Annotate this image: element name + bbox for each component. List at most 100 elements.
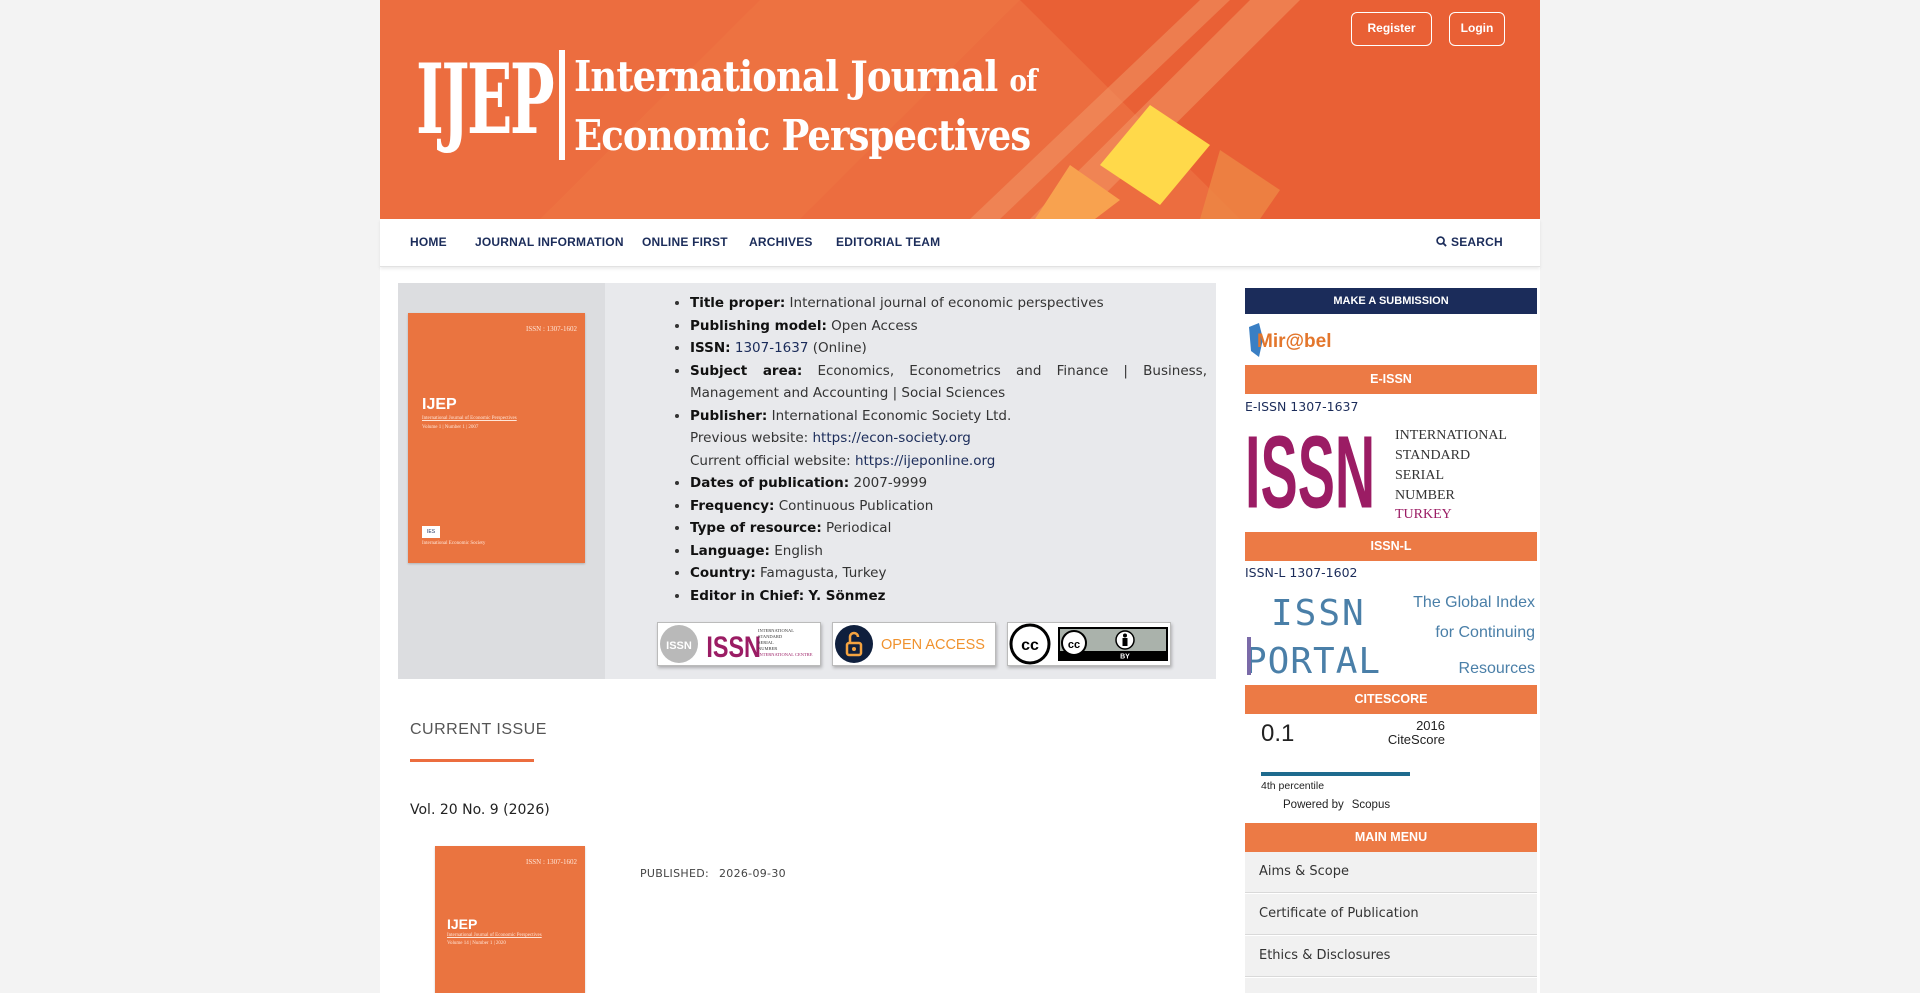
- cover-emblem: IES: [422, 526, 440, 538]
- issn-turkey-logo[interactable]: ISSN INTERNATIONAL STANDARD SERIAL NUMBE…: [1245, 423, 1537, 519]
- issn-link[interactable]: 1307-1637: [735, 340, 809, 356]
- cover-subtitle: International Journal of Economic Perspe…: [422, 416, 517, 421]
- citescore-label: CiteScore: [1387, 732, 1445, 747]
- svg-text:for Continuing: for Continuing: [1435, 624, 1535, 641]
- citescore-value: 0.1: [1261, 720, 1295, 747]
- nav-archives[interactable]: ARCHIVES: [749, 235, 813, 249]
- svg-text:ISSN: ISSN: [666, 640, 692, 652]
- current-issue-cover[interactable]: ISSN : 1307-1602 IJEP International Jour…: [435, 846, 585, 993]
- page-container: IJEP International Journal of Economic P…: [380, 0, 1540, 993]
- search-label: SEARCH: [1451, 235, 1503, 249]
- nav-home[interactable]: HOME: [410, 235, 447, 249]
- detail-publisher: Publisher: International Economic Societ…: [690, 405, 1207, 473]
- detail-subject-area: Subject area: Economics, Econometrics an…: [690, 360, 1207, 405]
- powered-by: Powered by Scopus: [1283, 799, 1390, 811]
- issn-international-badge[interactable]: ISSN ISSN INTERNATIONAL STANDARD SERIAL …: [657, 622, 821, 666]
- detail-issn: ISSN: 1307-1637 (Online): [690, 337, 1207, 360]
- cover-title: IJEP: [422, 396, 457, 413]
- scopus-logo[interactable]: Scopus: [1352, 799, 1390, 811]
- svg-text:Mir@bel: Mir@bel: [1257, 331, 1331, 352]
- make-submission-button[interactable]: MAKE A SUBMISSION: [1245, 288, 1537, 314]
- svg-text:SERIAL: SERIAL: [758, 640, 774, 645]
- journal-title-line2: Economic Perspectives: [574, 111, 1031, 160]
- main-menu-heading: MAIN MENU: [1245, 823, 1537, 852]
- journal-title: International Journal of Economic Perspe…: [574, 50, 1037, 163]
- register-button[interactable]: Register: [1351, 12, 1432, 46]
- published-date: 2026-09-30: [718, 867, 786, 880]
- svg-text:INTERNATIONAL CENTRE: INTERNATIONAL CENTRE: [758, 652, 813, 657]
- published-label: PUBLISHED:: [640, 867, 709, 880]
- header-banner: IJEP International Journal of Economic P…: [380, 0, 1540, 219]
- published-info: PUBLISHED: 2026-09-30: [640, 867, 786, 880]
- detail-publishing-model: Publishing model: Open Access: [690, 315, 1207, 338]
- search-icon: [1436, 236, 1447, 247]
- heading-underline: [410, 759, 534, 762]
- search-link[interactable]: SEARCH: [1436, 235, 1503, 249]
- svg-text:OPEN ACCESS: OPEN ACCESS: [881, 637, 985, 653]
- mirabel-logo[interactable]: Mir@bel: [1245, 319, 1335, 361]
- citescore-year-block: 2016 CiteScore: [1370, 719, 1445, 747]
- svg-text:Resources: Resources: [1459, 660, 1535, 677]
- detail-frequency: Frequency: Continuous Publication: [690, 495, 1207, 518]
- current-website-link[interactable]: https://ijeponline.org: [855, 453, 995, 469]
- citescore-year: 2016: [1416, 718, 1445, 733]
- issn-badge-icon: ISSN ISSN INTERNATIONAL STANDARD SERIAL …: [660, 625, 813, 664]
- powered-by-label: Powered by: [1283, 799, 1344, 811]
- svg-text:NUMBER: NUMBER: [1395, 488, 1456, 503]
- issue-cover-subtitle: International Journal of Economic Perspe…: [447, 933, 542, 938]
- detail-country: Country: Famagusta, Turkey: [690, 562, 1207, 585]
- logo-divider: [559, 50, 565, 160]
- svg-text:BY: BY: [1120, 654, 1130, 661]
- journal-info-panel: ISSN : 1307-1602 IJEP International Jour…: [398, 283, 1216, 679]
- menu-item-aims-scope[interactable]: Aims & Scope: [1245, 852, 1537, 893]
- main-navigation: HOME JOURNAL INFORMATION ONLINE FIRST AR…: [380, 219, 1540, 267]
- open-access-badge[interactable]: OPEN ACCESS: [832, 622, 996, 666]
- cc-by-license-badge[interactable]: cc cc BY: [1007, 622, 1171, 666]
- open-access-lock-icon: OPEN ACCESS: [835, 625, 985, 663]
- issue-cover-volume: Volume 14 | Number 1 | 2020: [447, 941, 506, 946]
- citescore-percentile-bar: [1261, 772, 1410, 776]
- detail-type: Type of resource: Periodical: [690, 517, 1207, 540]
- issn-portal-logo[interactable]: ISSN PORTAL The Global Index for Continu…: [1245, 587, 1537, 679]
- current-issue-volume[interactable]: Vol. 20 No. 9 (2026): [410, 802, 550, 818]
- nav-journal-information[interactable]: JOURNAL INFORMATION: [475, 235, 624, 249]
- svg-text:STANDARD: STANDARD: [1395, 448, 1470, 463]
- detail-editor: Editor in Chief: Y. Sönmez: [690, 585, 1207, 608]
- svg-text:cc: cc: [1021, 637, 1039, 654]
- svg-text:NUMBER: NUMBER: [758, 646, 777, 651]
- menu-item-ethics[interactable]: Ethics & Disclosures: [1245, 936, 1537, 977]
- cover-issn: ISSN : 1307-1602: [526, 325, 577, 333]
- svg-text:ISSN: ISSN: [1245, 423, 1375, 519]
- current-issue-heading: CURRENT ISSUE: [410, 721, 547, 738]
- previous-website-link[interactable]: https://econ-society.org: [813, 430, 971, 446]
- svg-text:INTERNATIONAL: INTERNATIONAL: [1395, 428, 1507, 443]
- nav-editorial-team[interactable]: EDITORIAL TEAM: [836, 235, 940, 249]
- journal-details-list: Title proper: International journal of e…: [672, 292, 1207, 607]
- issnl-text: ISSN-L 1307-1602: [1245, 565, 1358, 580]
- issnl-heading: ISSN-L: [1245, 532, 1537, 561]
- login-button[interactable]: Login: [1449, 12, 1505, 46]
- cc-by-icon: cc cc BY: [1009, 623, 1168, 665]
- svg-text:SERIAL: SERIAL: [1395, 468, 1444, 483]
- detail-language: Language: English: [690, 540, 1207, 563]
- issue-cover-issn: ISSN : 1307-1602: [526, 858, 577, 866]
- svg-text:ISSN: ISSN: [706, 630, 761, 663]
- issue-cover-title: IJEP: [447, 916, 478, 932]
- svg-text:The Global Index: The Global Index: [1413, 594, 1535, 611]
- nav-online-first[interactable]: ONLINE FIRST: [642, 235, 728, 249]
- detail-title: Title proper: International journal of e…: [690, 292, 1207, 315]
- menu-item-next[interactable]: [1245, 978, 1537, 993]
- svg-text:STANDARD: STANDARD: [758, 634, 783, 639]
- detail-dates: Dates of publication: 2007-9999: [690, 472, 1207, 495]
- svg-text:INTERNATIONAL: INTERNATIONAL: [758, 628, 794, 633]
- citescore-percentile: 4th percentile: [1261, 780, 1325, 792]
- cover-footer: International Economic Society: [422, 541, 486, 546]
- eissn-text: E-ISSN 1307-1637: [1245, 399, 1359, 414]
- menu-item-certificate[interactable]: Certificate of Publication: [1245, 894, 1537, 935]
- logo-abbreviation: IJEP: [416, 43, 555, 156]
- cover-volume: Volume 1 | Number 1 | 2007: [422, 425, 479, 430]
- citescore-heading: CITESCORE: [1245, 685, 1537, 714]
- svg-text:cc: cc: [1068, 639, 1080, 651]
- journal-title-of: of: [1009, 64, 1037, 99]
- journal-cover-image[interactable]: ISSN : 1307-1602 IJEP International Jour…: [408, 313, 585, 563]
